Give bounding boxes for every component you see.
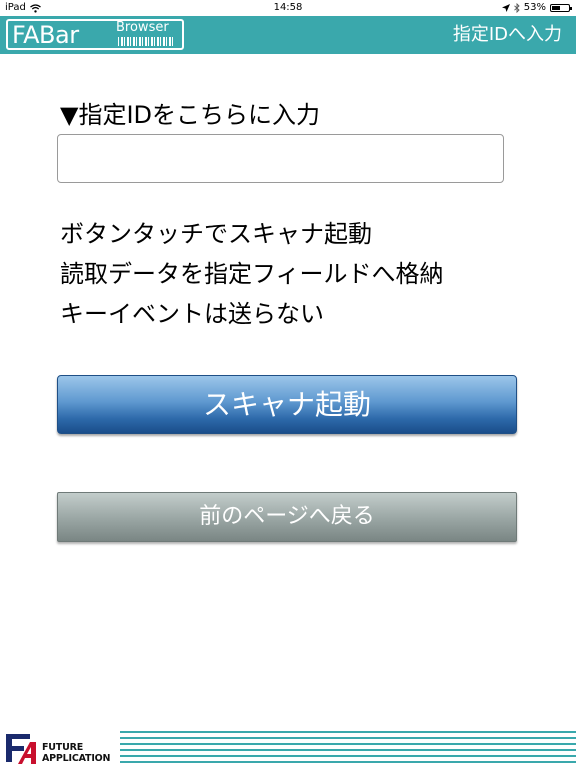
footer-company-name: FUTURE APPLICATION: [42, 742, 110, 764]
description-line: 読取データを指定フィールドへ格納: [60, 260, 444, 288]
status-right: 53%: [501, 0, 572, 16]
bluetooth-icon: [513, 3, 520, 13]
logo-main-text: FABar: [12, 21, 79, 49]
battery-percent: 53%: [523, 2, 546, 13]
description-line: キーイベントは送らない: [60, 300, 324, 328]
footer-decorative-lines: [120, 731, 576, 763]
future-application-logo: FUTURE APPLICATION: [4, 728, 116, 766]
description-line: ボタンタッチでスキャナ起動: [60, 220, 372, 248]
app-header: FABar Browser 指定IDへ入力: [0, 16, 576, 54]
fabar-browser-logo: FABar Browser: [6, 19, 184, 50]
footer-company-line: APPLICATION: [42, 753, 111, 764]
id-input-field[interactable]: [57, 134, 504, 183]
location-arrow-icon: [501, 4, 510, 12]
future-application-mark-icon: [6, 734, 36, 764]
id-input-label: ▼指定IDをこちらに入力: [60, 101, 321, 129]
battery-icon: [550, 4, 572, 12]
logo-sub-text: Browser: [116, 20, 169, 35]
barcode-icon: [118, 37, 174, 46]
start-scanner-button[interactable]: スキャナ起動: [57, 375, 517, 434]
footer-company-line: FUTURE: [42, 742, 84, 753]
description: ボタンタッチでスキャナ起動 読取データを指定フィールドへ格納 キーイベントは送ら…: [60, 214, 444, 334]
page-title: 指定IDへ入力: [452, 24, 562, 45]
status-time: 14:58: [273, 2, 303, 13]
status-bar: iPad 14:58 53%: [0, 0, 576, 16]
back-to-previous-page-button[interactable]: 前のページへ戻る: [57, 492, 517, 542]
battery-level: [552, 6, 560, 10]
